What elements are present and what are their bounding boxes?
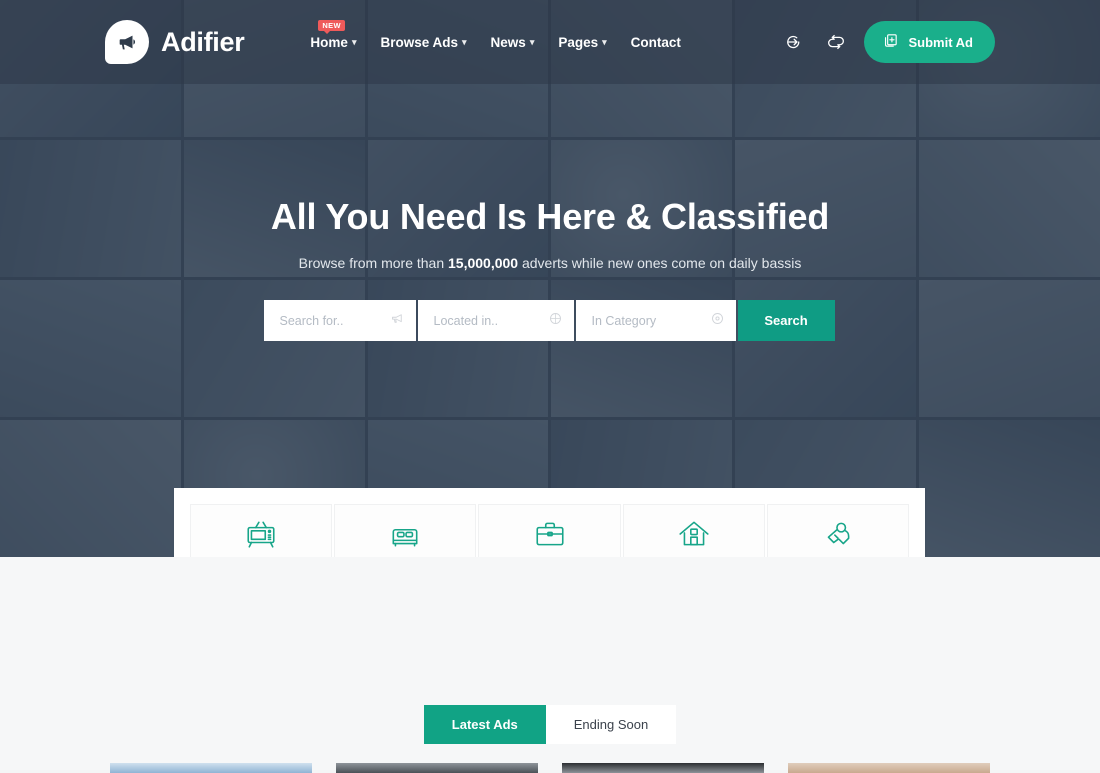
submit-ad-button[interactable]: Submit Ad: [864, 21, 995, 63]
chevron-down-icon: ▾: [602, 36, 607, 47]
ad-card[interactable]: [110, 763, 312, 773]
ad-card[interactable]: [562, 763, 764, 773]
login-icon[interactable]: [784, 30, 808, 54]
category-panel: Electronics 5 ads posted Furniture 1 ad …: [174, 488, 925, 557]
search-input[interactable]: [263, 313, 416, 328]
hero-section: Adifier NEW Home ▾ Browse Ads ▾ News ▾ P…: [0, 0, 1100, 557]
megaphone-icon: [105, 20, 149, 64]
handshake-icon: [821, 516, 855, 552]
category-card-jobs[interactable]: Jobs 3 ads posted: [478, 504, 621, 557]
category-card-furniture[interactable]: Furniture 1 ad posted: [334, 504, 477, 557]
logo-text: Adifier: [161, 26, 245, 57]
ad-card[interactable]: [336, 763, 538, 773]
page-title: All You Need Is Here & Classified: [270, 196, 830, 237]
ad-cards-row: [0, 763, 1100, 773]
search-button[interactable]: Search: [737, 300, 835, 341]
nav-item-home[interactable]: NEW Home ▾: [310, 19, 357, 50]
chevron-down-icon: ▾: [529, 36, 535, 47]
nav-label: Home: [310, 34, 348, 50]
location-input[interactable]: [417, 313, 574, 328]
nav-item-pages[interactable]: Pages ▾: [558, 35, 606, 50]
search-category-field[interactable]: [575, 300, 736, 341]
bed-icon: [388, 516, 422, 552]
chevron-down-icon: ▾: [462, 36, 467, 47]
listing-tabs: Latest Ads Ending Soon: [0, 705, 1100, 744]
hero-sub-before: Browse from more than: [298, 255, 449, 271]
tab-latest-ads[interactable]: Latest Ads: [423, 705, 546, 744]
hero-sub-after: adverts while new ones come on daily bas…: [518, 255, 802, 271]
chevron-down-icon: ▾: [351, 36, 357, 47]
nav-label: Browse Ads: [380, 34, 458, 50]
category-card-services[interactable]: Services 3 ads posted: [766, 504, 910, 557]
nav-label: Pages: [558, 34, 599, 50]
search-keyword-field[interactable]: [263, 300, 416, 341]
nav-label: News: [490, 34, 526, 50]
nav-item-news[interactable]: News ▾: [491, 35, 535, 50]
briefcase-icon: [533, 516, 567, 552]
add-file-icon: [882, 32, 899, 52]
new-badge: NEW: [318, 19, 345, 34]
hero-ad-count: 15,000,000: [448, 255, 519, 271]
category-card-electronics[interactable]: Electronics 5 ads posted: [190, 504, 333, 557]
logo[interactable]: Adifier: [105, 20, 245, 64]
main-nav: NEW Home ▾ Browse Ads ▾ News ▾ Pages ▾ C…: [310, 19, 681, 50]
tab-ending-soon[interactable]: Ending Soon: [545, 705, 677, 744]
nav-item-browse-ads[interactable]: Browse Ads ▾: [380, 35, 466, 50]
category-card-real-estate[interactable]: Real Estate 2 ads posted: [622, 504, 765, 557]
ad-card[interactable]: [788, 763, 990, 773]
compare-icon[interactable]: [824, 30, 848, 54]
header-actions: Submit Ad: [784, 21, 995, 63]
search-location-field[interactable]: [417, 300, 574, 341]
hero-subtitle: Browse from more than 15,000,000 adverts…: [0, 255, 1100, 271]
search-bar: Search: [263, 300, 837, 341]
category-input[interactable]: [575, 313, 736, 328]
listing-section: Latest Ads Ending Soon: [0, 557, 1100, 773]
house-icon: [677, 516, 711, 552]
nav-label: Contact: [630, 34, 681, 50]
site-header: Adifier NEW Home ▾ Browse Ads ▾ News ▾ P…: [0, 0, 1100, 84]
nav-item-contact[interactable]: Contact: [631, 35, 681, 50]
submit-ad-label: Submit Ad: [908, 34, 973, 50]
tv-icon: [244, 516, 278, 552]
